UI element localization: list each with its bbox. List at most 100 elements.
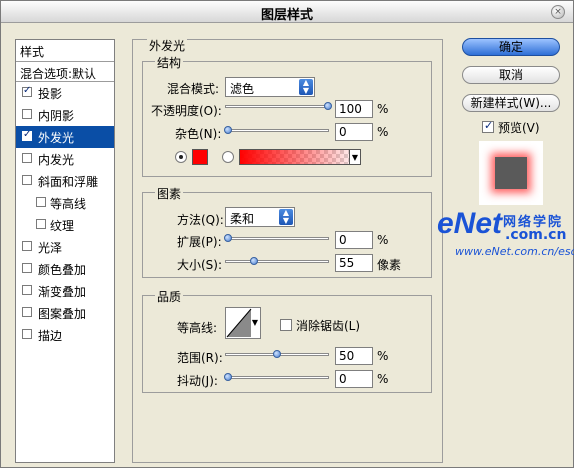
style-list-item[interactable]: 描边 <box>16 324 114 346</box>
styles-list: 样式 混合选项:默认 投影内阴影外发光内发光斜面和浮雕等高线纹理光泽颜色叠加渐变… <box>15 39 115 463</box>
jitter-unit: % <box>377 372 389 386</box>
noise-slider[interactable] <box>224 126 329 134</box>
style-checkbox[interactable] <box>22 109 32 119</box>
glow-color-swatch[interactable] <box>192 149 208 165</box>
style-checkbox[interactable] <box>22 175 32 185</box>
size-label: 大小(S): <box>177 258 223 272</box>
style-list-item[interactable]: 斜面和浮雕 <box>16 170 114 192</box>
noise-slider-thumb[interactable] <box>224 126 232 134</box>
range-slider[interactable] <box>225 350 329 358</box>
outer-glow-title: 外发光 <box>147 37 188 54</box>
style-checkbox[interactable] <box>22 153 32 163</box>
style-list-item[interactable]: 内阴影 <box>16 104 114 126</box>
antialias-label[interactable]: 消除锯齿(L) <box>296 317 360 334</box>
layer-style-dialog: 图层样式 × 样式 混合选项:默认 投影内阴影外发光内发光斜面和浮雕等高线纹理光… <box>0 0 574 468</box>
style-preview <box>479 141 543 205</box>
style-list-item-label: 颜色叠加 <box>38 263 87 277</box>
chevron-down-icon[interactable]: ▼ <box>252 318 258 327</box>
method-dropdown[interactable]: 柔和 ▲ ▼ <box>225 207 295 227</box>
style-list-item-label: 光泽 <box>38 241 63 255</box>
style-list-item[interactable]: 外发光 <box>16 126 114 148</box>
size-unit: 像素 <box>377 258 402 272</box>
ok-button[interactable]: 确定 <box>462 38 560 56</box>
style-list-item[interactable]: 渐变叠加 <box>16 280 114 302</box>
style-list-item-label: 描边 <box>38 329 63 343</box>
style-list-item-label: 纹理 <box>50 219 75 233</box>
style-list-item[interactable]: 纹理 <box>16 214 114 236</box>
enet-watermark: eNet 网络学院 .com.cn www.eNet.com.cn/eschoo… <box>437 207 574 263</box>
style-list-item[interactable]: 图案叠加 <box>16 302 114 324</box>
quality-title: 品质 <box>155 288 184 305</box>
style-list-item[interactable]: 内发光 <box>16 148 114 170</box>
opacity-slider-thumb[interactable] <box>324 102 332 110</box>
range-slider-thumb[interactable] <box>273 350 281 358</box>
opacity-field[interactable]: 100 <box>335 100 373 118</box>
size-slider[interactable] <box>225 257 329 265</box>
cancel-button[interactable]: 取消 <box>462 66 560 84</box>
style-list-item[interactable]: 投影 <box>16 82 114 104</box>
gradient-picker[interactable]: ▼ <box>239 149 361 165</box>
chevron-down-icon[interactable]: ▼ <box>349 149 361 165</box>
opacity-slider[interactable] <box>225 102 332 110</box>
style-list-item-label: 渐变叠加 <box>38 285 87 299</box>
style-list-item[interactable]: 颜色叠加 <box>16 258 114 280</box>
preview-checkbox[interactable] <box>482 119 494 133</box>
spread-unit: % <box>377 233 389 247</box>
spread-slider[interactable] <box>224 234 329 242</box>
jitter-slider[interactable] <box>224 373 329 381</box>
gradient-radio[interactable] <box>222 151 234 163</box>
style-list-item[interactable]: 光泽 <box>16 236 114 258</box>
blend-mode-label: 混合模式: <box>167 82 220 96</box>
new-style-button[interactable]: 新建样式(W)... <box>462 94 560 112</box>
style-checkbox[interactable] <box>22 307 32 317</box>
blending-options-item[interactable]: 混合选项:默认 <box>16 62 114 82</box>
title-bar: 图层样式 × <box>1 1 573 23</box>
watermark-brand: eNet <box>437 207 503 240</box>
watermark-domain: .com.cn <box>505 227 567 243</box>
style-list-item-label: 内发光 <box>38 153 75 167</box>
jitter-field[interactable]: 0 <box>335 370 373 388</box>
method-value: 柔和 <box>230 212 255 226</box>
style-checkbox[interactable] <box>22 263 32 273</box>
size-field[interactable]: 55 <box>335 254 373 272</box>
spread-label: 扩展(P): <box>177 235 222 249</box>
style-list-item-label: 斜面和浮雕 <box>38 175 99 189</box>
style-checkbox[interactable] <box>22 85 32 97</box>
range-unit: % <box>377 349 389 363</box>
opacity-unit: % <box>377 102 389 116</box>
blend-mode-dropdown[interactable]: 滤色 ▲ ▼ <box>225 77 315 97</box>
jitter-slider-thumb[interactable] <box>224 373 232 381</box>
style-checkbox[interactable] <box>22 285 32 295</box>
noise-unit: % <box>377 125 389 139</box>
style-checkbox[interactable] <box>22 129 32 141</box>
chevron-updown-icon: ▲ ▼ <box>279 209 293 225</box>
style-checkbox[interactable] <box>22 329 32 339</box>
range-field[interactable]: 50 <box>335 347 373 365</box>
watermark-url: www.eNet.com.cn/eschool <box>455 245 574 258</box>
jitter-label: 抖动(J): <box>177 374 218 388</box>
noise-field[interactable]: 0 <box>335 123 373 141</box>
size-slider-thumb[interactable] <box>250 257 258 265</box>
contour-label: 等高线: <box>177 321 218 335</box>
style-checkbox[interactable] <box>22 241 32 251</box>
antialias-checkbox[interactable] <box>280 319 292 331</box>
blend-mode-value: 滤色 <box>230 82 255 96</box>
spread-slider-thumb[interactable] <box>224 234 232 242</box>
close-icon[interactable]: × <box>551 5 565 19</box>
method-label: 方法(Q): <box>177 213 224 227</box>
style-list-item[interactable]: 等高线 <box>16 192 114 214</box>
style-checkbox[interactable] <box>36 219 46 229</box>
style-list-item-label: 图案叠加 <box>38 307 87 321</box>
preview-label[interactable]: 预览(V) <box>498 119 540 136</box>
style-list-item-label: 投影 <box>38 87 63 101</box>
solid-color-radio[interactable] <box>175 151 187 163</box>
style-list-item-label: 内阴影 <box>38 109 75 123</box>
elements-title: 图素 <box>155 185 184 202</box>
style-list-item-label: 外发光 <box>38 131 75 145</box>
contour-picker[interactable]: ▼ <box>225 307 261 339</box>
styles-list-header[interactable]: 样式 <box>16 40 114 62</box>
window-title: 图层样式 <box>260 8 313 23</box>
style-checkbox[interactable] <box>36 197 46 207</box>
contour-curve-icon <box>226 308 252 338</box>
spread-field[interactable]: 0 <box>335 231 373 249</box>
